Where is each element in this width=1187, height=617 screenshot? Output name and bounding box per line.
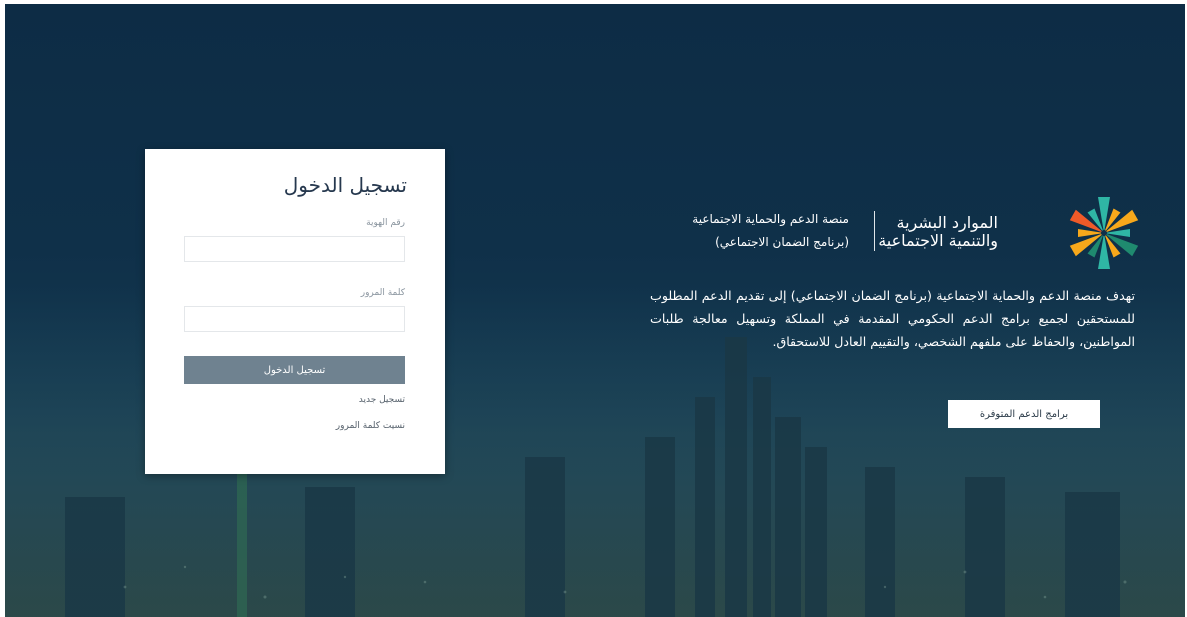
forgot-password-link[interactable]: نسيت كلمة المرور [336,421,405,431]
page-background: تسجيل الدخول رقم الهوية كلمة المرور تسجي… [5,4,1185,617]
platform-name: منصة الدعم والحماية الاجتماعية [692,212,849,226]
password-field[interactable] [184,306,405,332]
password-label: كلمة المرور [360,288,405,298]
register-link[interactable]: تسجيل جديد [359,395,405,405]
platform-description: تهدف منصة الدعم والحماية الاجتماعية (برن… [650,288,1135,349]
brand-name-line2: والتنمية الاجتماعية [878,231,998,250]
login-button[interactable]: تسجيل الدخول [184,356,405,384]
login-card: تسجيل الدخول رقم الهوية كلمة المرور تسجي… [145,149,445,474]
support-programs-button[interactable]: برامج الدعم المتوفرة [948,400,1100,428]
brand-name-line1: الموارد البشرية [896,213,999,232]
ministry-logo-icon [1069,197,1139,269]
platform-program: (برنامج الضمان الاجتماعي) [715,235,849,249]
id-number-label: رقم الهوية [366,218,405,228]
id-number-field[interactable] [184,236,405,262]
header-divider [874,211,875,251]
login-title: تسجيل الدخول [283,173,407,197]
